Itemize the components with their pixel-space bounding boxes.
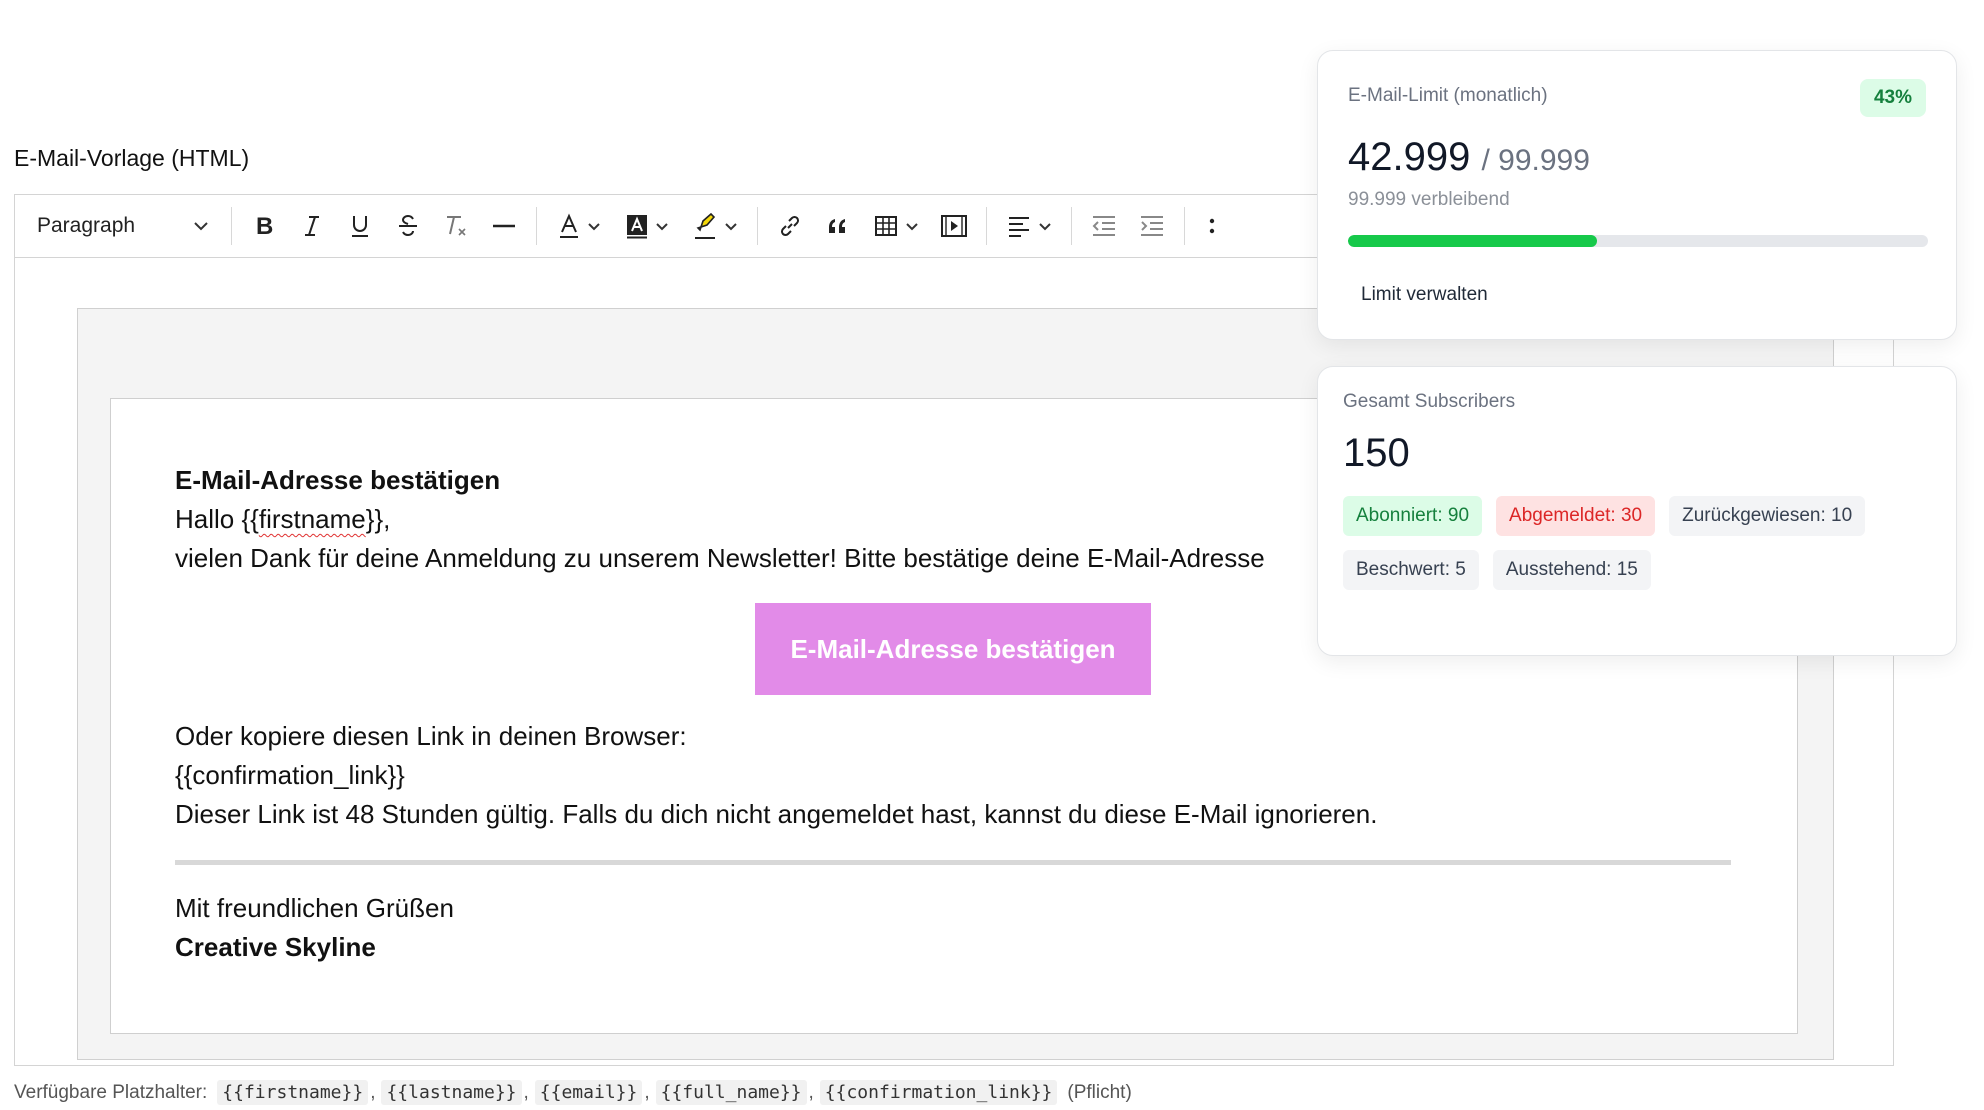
quote-icon <box>829 219 845 233</box>
link-button[interactable] <box>766 203 814 249</box>
more-button[interactable] <box>1193 203 1241 249</box>
background-color-icon <box>627 215 647 239</box>
email-confirmation-link: {{confirmation_link}} <box>175 760 405 790</box>
email-divider <box>175 860 1731 865</box>
email-limit-title: E-Mail-Limit (monatlich) <box>1348 85 1548 106</box>
italic-button[interactable] <box>288 203 336 249</box>
media-icon <box>941 215 967 237</box>
status-chip: Zurückgewiesen: 10 <box>1669 496 1866 536</box>
email-greeting: Hallo {{firstname}}, <box>175 504 391 534</box>
clear-formatting-button[interactable] <box>432 203 480 249</box>
toolbar-divider <box>1071 207 1072 245</box>
placeholder-chip: {{firstname}} <box>217 1080 369 1105</box>
email-limit-progress <box>1348 235 1928 247</box>
toolbar-divider <box>986 207 987 245</box>
placeholder-chip: {{lastname}} <box>381 1080 522 1105</box>
background-color-button[interactable] <box>613 203 681 249</box>
block-format-value: Paragraph <box>37 214 136 237</box>
align-button[interactable] <box>995 203 1063 249</box>
toolbar-divider <box>757 207 758 245</box>
align-left-icon <box>1009 217 1029 237</box>
email-limit-card: E-Mail-Limit (monatlich) 43% 42.999 / 99… <box>1317 50 1957 340</box>
status-chip: Abgemeldet: 30 <box>1496 496 1656 536</box>
chevron-down-icon <box>906 222 918 230</box>
strikethrough-icon <box>399 214 417 237</box>
chevron-down-icon <box>725 222 737 230</box>
more-icon <box>1209 218 1215 234</box>
placeholder-required-note: (Pflicht) <box>1067 1081 1132 1103</box>
placeholder-hint: Verfügbare Platzhalter: {{firstname}}, {… <box>14 1080 1132 1105</box>
subscribers-total: 150 <box>1343 431 1410 475</box>
email-limit-progress-fill <box>1348 235 1598 247</box>
chevron-down-icon <box>656 222 668 230</box>
email-heading: E-Mail-Adresse bestätigen <box>175 465 501 495</box>
toolbar-divider <box>536 207 537 245</box>
media-button[interactable] <box>930 203 978 249</box>
italic-icon <box>305 216 319 236</box>
email-limit-remaining: 99.999 verbleibend <box>1348 189 1510 210</box>
underline-button[interactable] <box>336 203 384 249</box>
block-format-select[interactable]: Paragraph <box>23 203 223 249</box>
bold-icon: B <box>256 213 273 239</box>
indent-icon <box>1141 216 1163 236</box>
outdent-button[interactable] <box>1080 203 1128 249</box>
email-limit-used: 42.999 <box>1348 135 1471 179</box>
placeholder-hint-label: Verfügbare Platzhalter: <box>14 1081 208 1103</box>
table-icon <box>875 216 897 236</box>
status-chip: Ausstehend: 15 <box>1492 550 1651 590</box>
outdent-icon <box>1092 216 1115 236</box>
status-chip: Abonniert: 90 <box>1343 496 1483 536</box>
toolbar-divider <box>1184 207 1185 245</box>
bold-button[interactable]: B <box>240 203 288 249</box>
chevron-down-icon <box>194 222 208 231</box>
highlighter-icon <box>695 212 716 239</box>
placeholder-chip: {{full_name}} <box>655 1080 807 1105</box>
clear-formatting-icon <box>447 216 466 236</box>
indent-button[interactable] <box>1128 203 1176 249</box>
subscribers-card: Gesamt Subscribers 150 Abonniert: 90 Abge… <box>1317 366 1957 656</box>
status-chip: Beschwert: 5 <box>1343 550 1479 590</box>
confirm-email-button[interactable]: E-Mail-Adresse bestätigen <box>755 603 1151 695</box>
horizontal-line-button[interactable] <box>480 203 528 249</box>
table-button[interactable] <box>862 203 930 249</box>
chevron-down-icon <box>1039 222 1051 230</box>
placeholder-chip: {{confirmation_link}} <box>819 1080 1058 1105</box>
placeholder-chip: {{email}} <box>534 1080 643 1105</box>
chevron-down-icon <box>588 222 600 230</box>
subscribers-title: Gesamt Subscribers <box>1343 391 1516 412</box>
subscriber-status-chips: Abonniert: 90 Abgemeldet: 30 Zurückgewiese… <box>1343 496 1943 590</box>
email-thanks-text: vielen Dank für deine Anmeldung zu unser… <box>175 543 1265 573</box>
toolbar-divider <box>231 207 232 245</box>
strikethrough-button[interactable] <box>384 203 432 249</box>
firstname-placeholder: firstname <box>258 504 366 534</box>
editor-label: E-Mail-Vorlage (HTML) <box>14 145 250 171</box>
email-copy-link-text: Oder kopiere diesen Link in deinen Brows… <box>175 721 687 751</box>
email-validity-text: Dieser Link ist 48 Stunden gültig. Falls… <box>175 799 1378 829</box>
link-icon <box>780 215 800 237</box>
manage-limit-button[interactable]: Limit verwalten <box>1361 284 1488 306</box>
font-color-icon <box>560 213 578 238</box>
svg-text:B: B <box>256 213 273 239</box>
blockquote-button[interactable] <box>814 203 862 249</box>
email-limit-usage: 42.999 / 99.999 <box>1348 135 1590 180</box>
horizontal-line-icon <box>493 224 515 228</box>
font-color-button[interactable] <box>545 203 613 249</box>
underline-icon <box>352 216 368 237</box>
email-regards: Mit freundlichen Grüßen <box>175 893 454 923</box>
email-limit-percent-badge: 43% <box>1859 79 1926 117</box>
email-signature: Creative Skyline <box>175 932 376 962</box>
email-limit-total: / 99.999 <box>1481 144 1590 177</box>
highlight-button[interactable] <box>681 203 749 249</box>
